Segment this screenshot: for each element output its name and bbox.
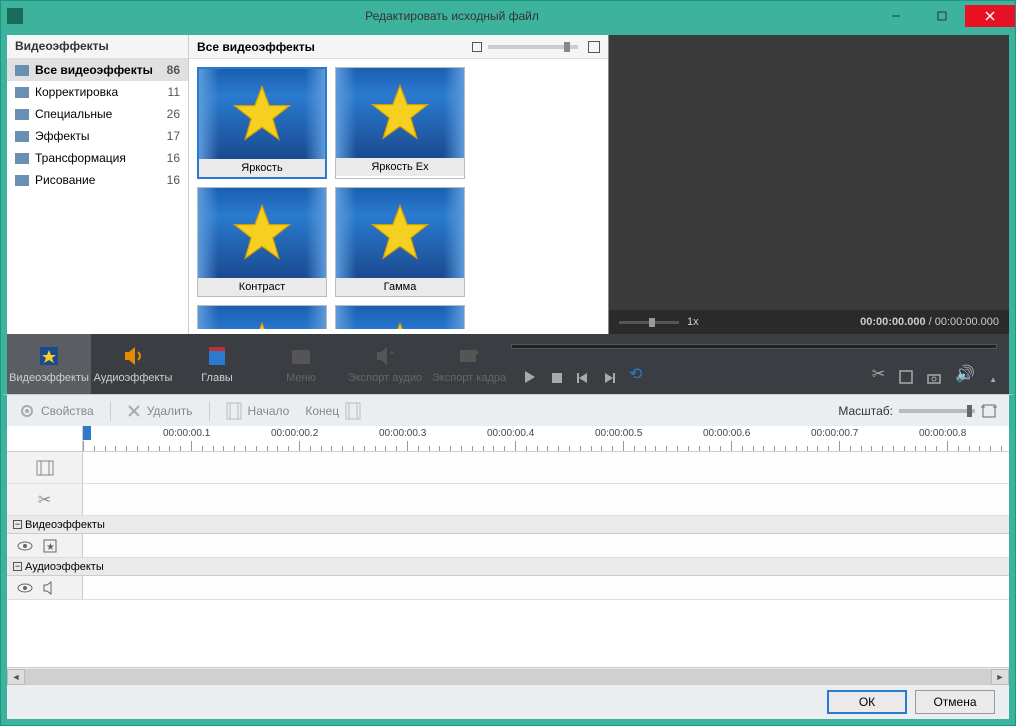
video-track[interactable] [7,452,1009,484]
sidebar-item[interactable]: Корректировка11 [7,81,188,103]
effect-card[interactable]: Контраст [197,187,327,297]
scissors-icon: ✂ [38,490,51,510]
effect-card[interactable]: Яркость [197,67,327,179]
star-box-icon[interactable]: ★ [43,539,57,553]
film-icon [36,460,54,476]
x-icon [127,404,141,418]
volume-icon[interactable]: 🔊 [955,364,975,384]
audio-effects-section[interactable]: −Аудиоэффекты [7,558,1009,576]
volume-dropdown-icon[interactable]: ▲ [989,375,997,384]
snapshot-icon[interactable] [927,372,941,384]
cut-track[interactable]: ✂ [7,484,1009,516]
svg-text:★: ★ [46,542,55,553]
tab-audio-effects[interactable]: Аудиоэффекты [91,334,175,394]
effects-grid: Яркость Яркость Ex Контраст Гамма [189,59,608,329]
properties-button[interactable]: Свойства [19,403,94,419]
folder-icon [15,153,29,164]
zoom-fit-icon[interactable] [981,403,997,419]
timeline: 00:00:00.100:00:00.200:00:00.300:00:00.4… [1,426,1015,685]
titlebar: Редактировать исходный файл [1,1,1015,31]
effect-card[interactable] [197,305,327,329]
delete-button[interactable]: Удалить [127,404,193,418]
menu-icon [289,344,313,368]
ok-button[interactable]: ОК [827,690,907,714]
cancel-button[interactable]: Отмена [915,690,995,714]
eye-icon[interactable] [17,540,33,552]
tab-menu: Меню [259,334,343,394]
minimize-button[interactable] [873,5,919,27]
playhead[interactable] [83,426,91,440]
timeline-scrollbar[interactable]: ◄ ► [7,667,1009,685]
thumb-large-icon[interactable] [588,41,600,53]
close-button[interactable] [965,5,1015,27]
zoom-label: Масштаб: [838,404,893,418]
video-effects-section[interactable]: −Видеоэффекты [7,516,1009,534]
fullscreen-icon[interactable] [899,370,913,384]
export-frame-icon [457,344,481,368]
speed-slider[interactable] [619,321,679,324]
effect-label: Контраст [198,278,326,296]
end-marker-button[interactable]: Конец [305,402,361,420]
midbar: ВидеоэффектыАудиоэффектыГлавыМенюЭкспорт… [1,334,1015,394]
cut-icon[interactable]: ✂ [872,364,885,384]
folder-icon [15,109,29,120]
folder-icon [15,175,29,186]
window-title: Редактировать исходный файл [31,9,873,23]
folder-icon [15,131,29,142]
video-effects-track[interactable]: ★ [7,534,1009,558]
effect-label: Яркость [199,159,325,177]
film-end-icon [345,402,361,420]
sidebar-item[interactable]: Трансформация16 [7,147,188,169]
gear-icon [19,403,35,419]
film-start-icon [226,402,242,420]
play-button[interactable] [523,370,537,384]
effects-sidebar: Видеоэффекты Все видеоэффекты86Корректир… [7,35,189,334]
effect-card[interactable]: Яркость Ex [335,67,465,179]
loop-button[interactable]: ⟲ [629,364,642,384]
sidebar-item[interactable]: Рисование16 [7,169,188,191]
tab-chapters[interactable]: Главы [175,334,259,394]
thumb-size-slider[interactable] [488,45,578,49]
stop-button[interactable] [551,372,563,384]
tab-export-audio: Экспорт аудио [343,334,427,394]
sidebar-item[interactable]: Эффекты17 [7,125,188,147]
effect-card[interactable] [335,305,465,329]
footer: ОК Отмена [1,685,1015,725]
start-marker-button[interactable]: Начало [226,402,290,420]
eye-icon[interactable] [17,582,33,594]
speed-label: 1x [687,316,699,328]
effect-card[interactable]: Гамма [335,187,465,297]
folder-icon [15,87,29,98]
tab-video-effects[interactable]: Видеоэффекты [7,334,91,394]
audio-effects-track[interactable] [7,576,1009,600]
video-effects-icon [37,344,61,368]
preview-screen [609,35,1009,310]
prev-button[interactable] [577,372,589,384]
sidebar-header: Видеоэффекты [7,35,188,59]
chapters-icon [205,344,229,368]
audio-effects-icon [121,344,145,368]
time-display: 00:00:00.000 / 00:00:00.000 [707,316,999,328]
effects-panel: Все видеоэффекты Яркость Яркость Ex Контра… [189,35,609,334]
export-audio-icon [373,344,397,368]
playback-progress[interactable] [511,344,997,349]
app-icon [7,8,23,24]
thumb-small-icon[interactable] [472,42,482,52]
maximize-button[interactable] [919,5,965,27]
sidebar-item[interactable]: Все видеоэффекты86 [7,59,188,81]
preview-panel: 1x 00:00:00.000 / 00:00:00.000 [609,35,1009,334]
sidebar-item[interactable]: Специальные26 [7,103,188,125]
folder-icon [15,65,29,76]
next-button[interactable] [603,372,615,384]
tab-export-frame: Экспорт кадра [427,334,511,394]
property-bar: Свойства Удалить Начало Конец Масштаб: [1,394,1015,426]
effect-label: Гамма [336,278,464,296]
effects-header-title: Все видеоэффекты [197,40,315,54]
speaker-icon[interactable] [43,581,57,595]
effect-label: Яркость Ex [336,158,464,176]
timeline-ruler[interactable]: 00:00:00.100:00:00.200:00:00.300:00:00.4… [83,426,1009,451]
zoom-slider[interactable] [899,409,975,413]
